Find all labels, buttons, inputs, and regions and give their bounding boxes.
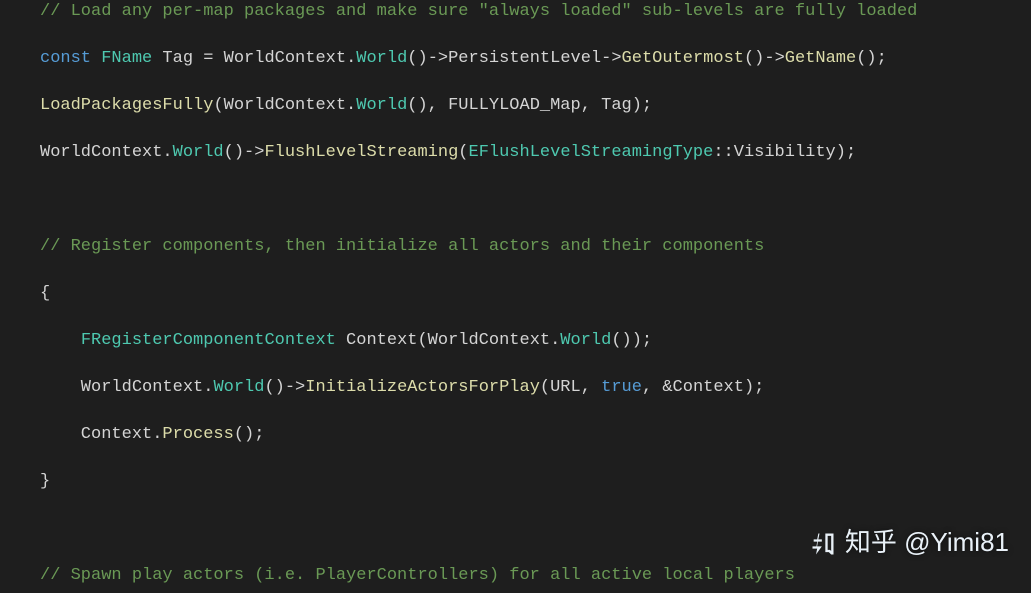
code-text: ()-> <box>224 143 265 162</box>
brace-close: } <box>40 470 1031 494</box>
code-text: (WorldContext. <box>213 96 356 115</box>
code-text: Tag = WorldContext. <box>152 49 356 68</box>
member-world: World <box>213 378 264 397</box>
member-world: World <box>173 143 224 162</box>
code-text: ()-> <box>264 378 305 397</box>
code-text: (), FULLYLOAD_Map, Tag); <box>407 96 652 115</box>
code-text: (); <box>856 49 887 68</box>
watermark: 知乎 @Yimi81 <box>809 522 1009 559</box>
type-eflushlevelstreamingtype: EFlushLevelStreamingType <box>469 143 714 162</box>
brace-open: { <box>40 282 1031 306</box>
comment: // Spawn play actors (i.e. PlayerControl… <box>40 566 795 585</box>
fn-getname: GetName <box>785 49 856 68</box>
fn-process: Process <box>162 425 233 444</box>
code-text: ()->PersistentLevel-> <box>407 49 621 68</box>
code-text: ::Visibility); <box>713 143 856 162</box>
literal-true: true <box>601 378 642 397</box>
code-text: WorldContext. <box>40 143 173 162</box>
code-text: Context. <box>40 425 162 444</box>
watermark-handle: @Yimi81 <box>904 527 1009 557</box>
code-text: (); <box>234 425 265 444</box>
fn-getoutermost: GetOutermost <box>622 49 744 68</box>
code-text: , &Context); <box>642 378 764 397</box>
comment: // Load any per-map packages and make su… <box>40 2 917 21</box>
type-fname: FName <box>91 49 152 68</box>
fn-loadpackagesfully: LoadPackagesFully <box>40 96 213 115</box>
code-text: ()); <box>611 331 652 350</box>
member-world: World <box>356 96 407 115</box>
zhihu-icon <box>809 530 837 558</box>
type-fregistercomponentcontext: FRegisterComponentContext <box>81 331 336 350</box>
member-world: World <box>560 331 611 350</box>
keyword-const: const <box>40 49 91 68</box>
fn-flushlevelstreaming: FlushLevelStreaming <box>264 143 458 162</box>
fn-initializeactorsforplay: InitializeActorsForPlay <box>305 378 540 397</box>
code-text: WorldContext. <box>40 378 213 397</box>
code-text: (URL, <box>540 378 601 397</box>
member-world: World <box>356 49 407 68</box>
comment: // Register components, then initialize … <box>40 237 764 256</box>
indent <box>40 331 81 350</box>
code-text: ( <box>458 143 468 162</box>
code-text: Context(WorldContext. <box>336 331 560 350</box>
watermark-site: 知乎 <box>845 527 897 557</box>
code-block: // Load any per-map packages and make su… <box>0 0 1031 593</box>
code-text: ()-> <box>744 49 785 68</box>
